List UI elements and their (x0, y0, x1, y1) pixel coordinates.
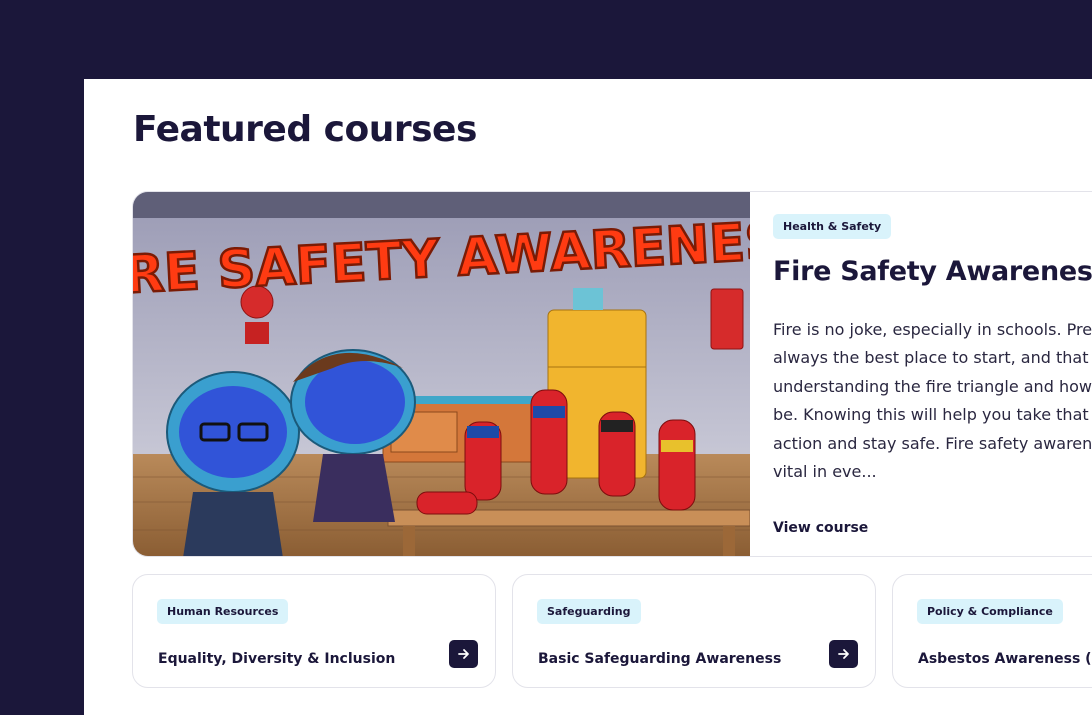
category-badge: Human Resources (157, 599, 289, 624)
category-badge: Policy & Compliance (917, 599, 1063, 624)
category-badge: Safeguarding (537, 599, 641, 624)
course-card-title[interactable]: Equality, Diversity & Inclusion (158, 651, 395, 667)
featured-course-card[interactable]: FIRE SAFETY AWARENESS Health & Safety Fi… (132, 191, 1092, 557)
course-card[interactable]: Human Resources Equality, Diversity & In… (132, 574, 496, 688)
section-title: Featured courses (133, 109, 477, 150)
course-card[interactable]: Safeguarding Basic Safeguarding Awarenes… (512, 574, 876, 688)
course-thumbnail[interactable]: FIRE SAFETY AWARENESS (133, 192, 750, 556)
course-card-title[interactable]: Asbestos Awareness (Refr (918, 651, 1092, 667)
course-description: Fire is no joke, especially in schools. … (773, 320, 1092, 482)
arrow-right-icon[interactable] (829, 640, 858, 668)
featured-courses-panel: Featured courses FIRE SAFETY AWARENESS H… (84, 79, 1092, 715)
course-card[interactable]: Policy & Compliance Asbestos Awareness (… (892, 574, 1092, 688)
course-card-title[interactable]: Basic Safeguarding Awareness (538, 651, 781, 667)
course-title[interactable]: Fire Safety Awareness (773, 256, 1092, 287)
featured-course-info: Health & Safety Fire Safety Awareness Fi… (773, 192, 1092, 556)
view-course-link[interactable]: View course (773, 520, 868, 536)
arrow-right-icon[interactable] (449, 640, 478, 668)
category-badge: Health & Safety (773, 214, 892, 239)
